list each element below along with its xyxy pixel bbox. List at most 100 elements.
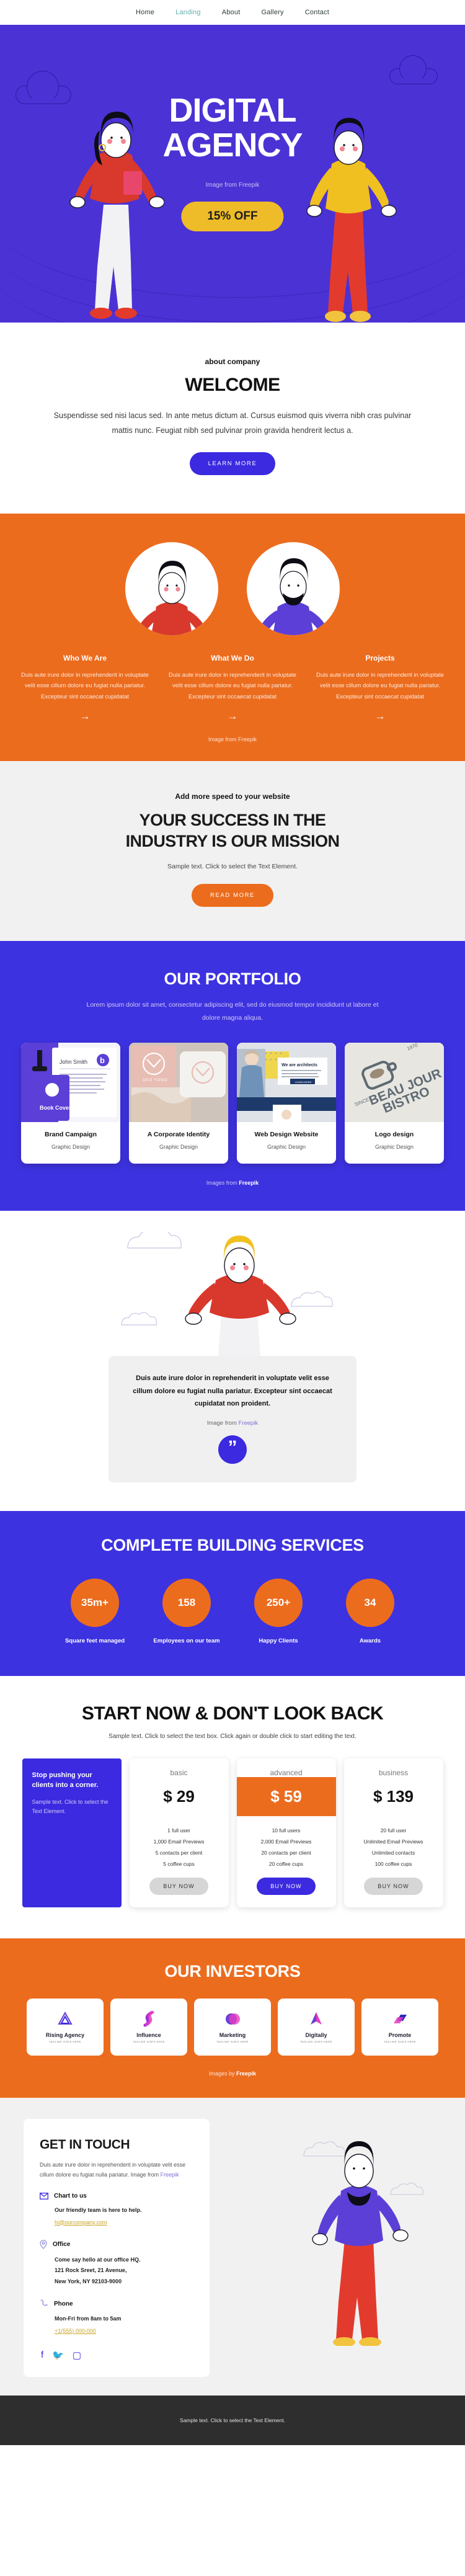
- footer-text: Sample text. Click to select the Text El…: [180, 2417, 285, 2423]
- portfolio-sub: Lorem ipsum dolor sit amet, consectetur …: [86, 1001, 379, 1022]
- contact-block-line: Our friendly team is here to help.: [55, 2206, 142, 2213]
- portfolio-card[interactable]: John Smith b Book Cover Brand Campaign G…: [21, 1043, 120, 1164]
- arrow-right-icon[interactable]: →: [16, 710, 154, 723]
- digitally-logo-icon: [311, 2012, 322, 2025]
- contact-block-head: Phone: [40, 2299, 193, 2308]
- contact-block-head: Office: [40, 2239, 193, 2249]
- offer-button[interactable]: 15% OFF: [181, 202, 284, 231]
- feature-title: Projects: [365, 653, 395, 662]
- credit-prefix: Images from: [206, 1180, 239, 1187]
- portfolio-card-body: Brand Campaign Graphic Design: [21, 1122, 120, 1164]
- feature-column-projects: Projects Duis aute irure dolor in repreh…: [311, 654, 450, 723]
- contact-block-body: Come say hello at our office HQ. 121 Roc…: [55, 2255, 193, 2288]
- pricing-row: Stop pushing your clients into a corner.…: [0, 1758, 465, 1907]
- nav-item-about[interactable]: About: [222, 9, 241, 16]
- stat-item: 158 Employees on our team: [152, 1579, 221, 1646]
- portfolio-card[interactable]: DEO YONO A Corporate Identity Graphic De…: [129, 1043, 228, 1164]
- contact-block-body: Mon-Fri from 8am to 5am +1(555) 000-000: [55, 2314, 193, 2336]
- portfolio-card-title: Brand Campaign: [44, 1131, 97, 1139]
- plan-price: $ 29: [163, 1786, 195, 1806]
- testimonial-illustration: [0, 1232, 465, 1357]
- pricing-section: START NOW & DON'T LOOK BACK Sample text.…: [0, 1675, 465, 1938]
- investor-card[interactable]: Influence TAGLINE GOES HERE: [110, 1998, 187, 2056]
- contact-phone-link[interactable]: +1(555) 000-000: [55, 2328, 96, 2334]
- contact-block-office: Office Come say hello at our office HQ. …: [40, 2239, 193, 2288]
- plan-feature: 1 full user: [167, 1827, 190, 1834]
- mission-title-line2: INDUSTRY IS OUR MISSION: [125, 832, 340, 851]
- investor-tagline: TAGLINE GOES HERE: [300, 2039, 332, 2043]
- welcome-title: WELCOME: [185, 375, 280, 395]
- features-illustration: [0, 538, 465, 654]
- top-navigation: Home Landing About Gallery Contact: [0, 0, 465, 25]
- portfolio-card[interactable]: BEAU JOUR BISTRO SINCE 1970 Logo design …: [345, 1043, 444, 1164]
- nav-item-gallery[interactable]: Gallery: [261, 9, 283, 16]
- thumb-name: John Smith: [60, 1059, 87, 1065]
- influence-logo-icon: [143, 2010, 154, 2027]
- plan-feature: Unlimited Email Previews: [363, 1838, 423, 1845]
- stat-label: Awards: [359, 1638, 381, 1645]
- read-more-button[interactable]: READ MORE: [192, 884, 273, 907]
- investor-card[interactable]: Promote TAGLINE GOES HERE: [361, 1998, 438, 2056]
- nav-item-landing[interactable]: Landing: [175, 9, 201, 16]
- plan-price: $ 59: [236, 1776, 336, 1816]
- plan-feature: 20 full user: [380, 1827, 407, 1834]
- pricing-title: START NOW & DON'T LOOK BACK: [81, 1703, 384, 1724]
- buy-now-button[interactable]: BUY NOW: [149, 1877, 208, 1895]
- portfolio-thumb: John Smith b Book Cover: [21, 1043, 120, 1123]
- investor-name: Influence: [136, 2031, 161, 2038]
- portfolio-image-credit: Images from Freepik: [0, 1180, 465, 1186]
- svg-text:b: b: [100, 1056, 105, 1065]
- plan-feature: 5 coffee cups: [163, 1860, 195, 1867]
- stat-item: 35m+ Square feet managed: [60, 1579, 130, 1646]
- facebook-icon[interactable]: f: [41, 2350, 43, 2361]
- portfolio-cards: John Smith b Book Cover Brand Campaign G…: [0, 1043, 465, 1164]
- stats-row: 35m+ Square feet managed 158 Employees o…: [0, 1579, 465, 1646]
- promo-title: Stop pushing your clients into a corner.: [32, 1771, 99, 1789]
- investor-card[interactable]: Marketing TAGLINE GOES HERE: [194, 1998, 271, 2056]
- credit-source[interactable]: Freepik: [239, 1180, 259, 1186]
- credit-source[interactable]: Freepik: [236, 2070, 256, 2077]
- portfolio-card-body: A Corporate Identity Graphic Design: [129, 1122, 228, 1164]
- contact-illustration: [303, 2141, 423, 2346]
- hero-section: DIGITAL AGENCY Image from Freepik 15% OF…: [0, 25, 465, 323]
- investors-image-credit: Images by Freepik: [0, 2070, 465, 2077]
- nav-item-contact[interactable]: Contact: [305, 9, 329, 16]
- credit-source[interactable]: Freepik: [239, 1420, 259, 1427]
- contact-email-link[interactable]: hi@ourcompany.com: [55, 2219, 107, 2226]
- page-footer: Sample text. Click to select the Text El…: [0, 2395, 465, 2445]
- investor-card[interactable]: Digitally TAGLINE GOES HERE: [278, 1998, 355, 2056]
- instagram-icon[interactable]: ▢: [73, 2350, 81, 2361]
- stat-item: 34 Awards: [335, 1579, 405, 1646]
- plan-feature: 100 coffee cups: [374, 1860, 412, 1867]
- promo-body: Sample text. Click to select the Text El…: [32, 1798, 108, 1814]
- welcome-body: Suspendisse sed nisi lacus sed. In ante …: [53, 411, 412, 435]
- stats-section: COMPLETE BUILDING SERVICES 35m+ Square f…: [0, 1511, 465, 1676]
- credit-prefix: Image from: [206, 1420, 239, 1427]
- nav-item-home[interactable]: Home: [136, 9, 154, 16]
- arrow-right-icon[interactable]: →: [163, 710, 302, 723]
- feature-body: Duis aute irure dolor in reprehenderit i…: [21, 671, 149, 700]
- rising-agency-logo-icon: [58, 2011, 73, 2025]
- pricing-promo-card: Stop pushing your clients into a corner.…: [22, 1758, 122, 1907]
- arrow-right-icon[interactable]: →: [311, 710, 450, 723]
- stat-label: Employees on our team: [153, 1638, 220, 1645]
- page-root: Home Landing About Gallery Contact DIGIT…: [0, 0, 465, 2445]
- investor-card[interactable]: Rising Agency TAGLINE GOES HERE: [27, 1998, 104, 2056]
- plan-feature: Unlimited contacts: [371, 1849, 415, 1856]
- investor-tagline: TAGLINE GOES HERE: [384, 2039, 416, 2043]
- buy-now-button[interactable]: BUY NOW: [257, 1877, 316, 1895]
- plan-name: advanced: [270, 1768, 303, 1777]
- credit-source[interactable]: Freepik: [161, 2172, 179, 2178]
- stat-label: Square feet managed: [64, 1638, 125, 1645]
- learn-more-button[interactable]: LEARN MORE: [189, 452, 276, 475]
- plan-feature: 2,000 Email Previews: [260, 1838, 312, 1845]
- features-image-credit: Image from Freepik: [208, 736, 257, 743]
- portfolio-thumb: DEO YONO: [129, 1043, 228, 1123]
- feature-column-who-we-are: Who We Are Duis aute irure dolor in repr…: [16, 654, 154, 723]
- plan-features: 20 full user Unlimited Email Previews Un…: [344, 1825, 443, 1870]
- twitter-icon[interactable]: 🐦: [52, 2350, 64, 2361]
- buy-now-button[interactable]: BUY NOW: [364, 1877, 423, 1895]
- stat-value: 250+: [254, 1579, 303, 1628]
- portfolio-card[interactable]: We are architects LEARN MORE Web Design …: [237, 1043, 336, 1164]
- investor-name: Promote: [388, 2031, 412, 2038]
